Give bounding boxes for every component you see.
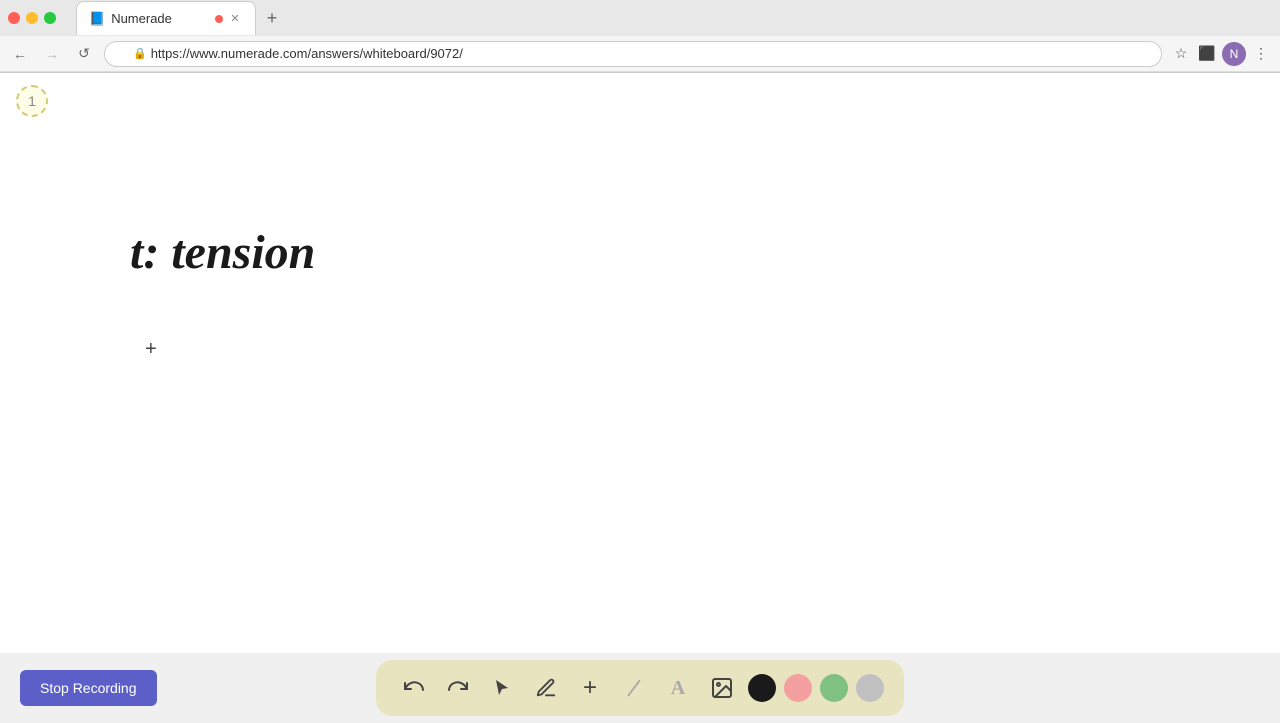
close-window-button[interactable] (8, 12, 20, 24)
title-bar: 📘 Numerade ✕ + (0, 0, 1280, 36)
tab-bar: 📘 Numerade ✕ + (68, 1, 292, 35)
security-icon: 🔒 (133, 47, 147, 60)
url-bar[interactable]: 🔒 https://www.numerade.com/answers/white… (104, 41, 1162, 67)
address-bar: ← → ↺ 🔒 https://www.numerade.com/answers… (0, 36, 1280, 72)
select-tool-button[interactable] (484, 670, 520, 706)
close-tab-button[interactable]: ✕ (227, 11, 243, 27)
menu-button[interactable]: ⋮ (1250, 43, 1272, 65)
url-text: https://www.numerade.com/answers/whitebo… (151, 46, 463, 61)
pen-tool-button[interactable] (528, 670, 564, 706)
tab-recording-indicator (215, 15, 223, 23)
image-tool-button[interactable] (704, 670, 740, 706)
new-tab-button[interactable]: + (260, 6, 284, 30)
cursor-crosshair: + (145, 338, 157, 361)
color-gray-button[interactable] (856, 674, 884, 702)
redo-button[interactable] (440, 670, 476, 706)
minimize-window-button[interactable] (26, 12, 38, 24)
refresh-button[interactable]: ↺ (72, 42, 96, 66)
color-pink-button[interactable] (784, 674, 812, 702)
drawing-toolbar: + A (376, 660, 904, 716)
stop-recording-button[interactable]: Stop Recording (20, 670, 157, 706)
back-button[interactable]: ← (8, 42, 32, 66)
text-tool-button[interactable]: A (660, 670, 696, 706)
bottom-toolbar: Stop Recording + (0, 653, 1280, 723)
color-black-button[interactable] (748, 674, 776, 702)
eraser-tool-button[interactable] (616, 670, 652, 706)
active-tab[interactable]: 📘 Numerade ✕ (76, 1, 256, 35)
browser-actions: ☆ ⬛ N ⋮ (1170, 42, 1272, 66)
page-number-badge: 1 (16, 85, 48, 117)
maximize-window-button[interactable] (44, 12, 56, 24)
tab-favicon: 📘 (89, 11, 105, 27)
forward-button[interactable]: → (40, 42, 64, 66)
browser-chrome: 📘 Numerade ✕ + ← → ↺ 🔒 https://www.numer… (0, 0, 1280, 73)
color-green-button[interactable] (820, 674, 848, 702)
whiteboard-area[interactable]: 1 t: tension + (0, 73, 1280, 653)
extensions-button[interactable]: ⬛ (1196, 43, 1218, 65)
svg-text:t: tension: t: tension (130, 226, 315, 279)
undo-button[interactable] (396, 670, 432, 706)
bookmark-icon[interactable]: ☆ (1170, 43, 1192, 65)
tab-title: Numerade (111, 11, 172, 26)
add-element-button[interactable]: + (572, 670, 608, 706)
whiteboard-handwriting: t: tension (130, 213, 430, 293)
profiles-button[interactable]: N (1222, 42, 1246, 66)
window-controls (8, 12, 56, 24)
